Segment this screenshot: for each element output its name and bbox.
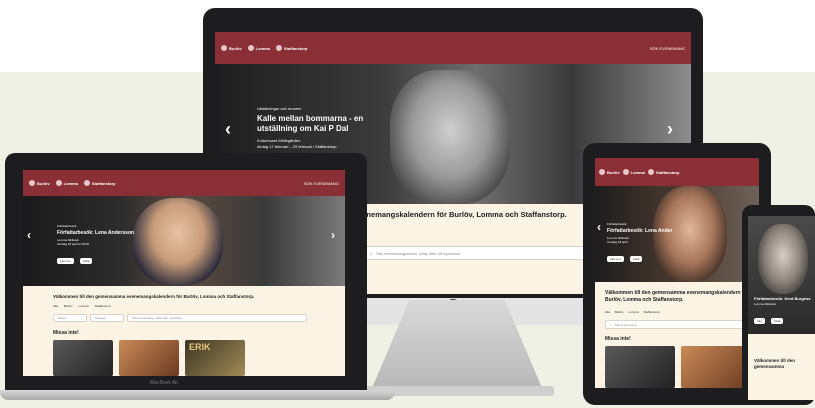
hero-dates: lördag 17 februari – 29 februari i Staff… bbox=[257, 143, 337, 149]
share-button[interactable]: Dela bbox=[80, 258, 93, 264]
macbook-base bbox=[0, 390, 395, 400]
read-more-button[interactable]: Läs mer bbox=[57, 258, 74, 264]
crest-icon bbox=[622, 169, 629, 175]
ipad-header: Burlöv Lomma Staffanstorp bbox=[595, 158, 759, 186]
macbook-screen: Burlöv Lomma Staffanstorp SÖK EVENEMANG … bbox=[23, 170, 345, 376]
prev-arrow-icon[interactable]: ‹ bbox=[597, 220, 601, 234]
category-filter-button[interactable]: Kategori bbox=[90, 314, 124, 322]
iphone-hero: Författarbesök: Kent Burgess Lomma bibli… bbox=[748, 216, 815, 334]
prev-arrow-icon[interactable]: ‹ bbox=[225, 119, 231, 140]
hero-title[interactable]: Författarbesök: Lena Ander bbox=[607, 228, 687, 234]
event-card-1[interactable] bbox=[605, 346, 675, 388]
filter-all[interactable]: Alla bbox=[53, 304, 58, 308]
logo-burlov[interactable]: Burlöv bbox=[221, 45, 242, 51]
crest-icon bbox=[647, 169, 654, 175]
event-card-1[interactable] bbox=[53, 340, 113, 376]
search-icon: ⌕ bbox=[610, 322, 612, 327]
filter-staffanstorp[interactable]: Staffanstorp bbox=[95, 304, 111, 308]
crest-icon bbox=[55, 180, 62, 186]
hero-kicker: Utställningar och museer bbox=[257, 106, 302, 111]
ipad-hero: ‹ Författarbesök Författarbesök: Lena An… bbox=[595, 186, 759, 282]
hero-portrait bbox=[133, 198, 223, 286]
filter-burlov[interactable]: Burlöv bbox=[615, 310, 624, 314]
hero-title[interactable]: Författarbesök: Kent Burgess bbox=[754, 296, 814, 301]
hero-title[interactable]: Kalle mellan bommarna - en utställning o… bbox=[257, 114, 397, 135]
crest-icon bbox=[275, 45, 282, 51]
filter-burlov[interactable]: Burlöv bbox=[64, 304, 73, 308]
event-card-2[interactable] bbox=[119, 340, 179, 376]
macbook-search-input[interactable]: Sök evenemang, plats eller nyckelord bbox=[127, 314, 307, 322]
municipality-filters: Alla Burlöv Lomma Staffanstorp bbox=[53, 304, 111, 308]
filter-staffanstorp[interactable]: Staffanstorp bbox=[644, 310, 660, 314]
prev-arrow-icon[interactable]: ‹ bbox=[27, 228, 31, 242]
logo-lomma[interactable]: Lomma bbox=[622, 169, 645, 175]
hero-location: Kulturhuset Möllegården bbox=[257, 137, 301, 143]
logo-staffanstorp[interactable]: Staffanstorp bbox=[83, 180, 115, 186]
search-events-link[interactable]: SÖK EVENEMANG bbox=[304, 181, 339, 186]
hero-dates: torsdag 18 april kl 18.00 bbox=[57, 242, 90, 246]
crest-icon bbox=[599, 169, 605, 175]
iphone-screen: Författarbesök: Kent Burgess Lomma bibli… bbox=[748, 216, 815, 400]
poster-text: ERIK bbox=[189, 342, 211, 352]
logo-burlov[interactable]: Burlöv bbox=[29, 180, 50, 186]
section-title: Missa inte! bbox=[605, 336, 631, 342]
search-events-link[interactable]: SÖK EVENEMANG bbox=[650, 46, 685, 51]
macbook-label: MacBook Air bbox=[150, 380, 179, 386]
share-button[interactable]: Dela bbox=[771, 318, 784, 324]
hero-title[interactable]: Författarbesök: Lena Andersson bbox=[57, 230, 137, 236]
iphone-welcome: Välkommen till den gemensamma bbox=[754, 358, 796, 369]
logo-lomma[interactable]: Lomma bbox=[55, 180, 78, 186]
hero-portrait bbox=[390, 70, 510, 204]
date-filter-button[interactable]: Datum bbox=[53, 314, 87, 322]
crest-icon bbox=[29, 180, 35, 186]
logo-staffanstorp[interactable]: Staffanstorp bbox=[647, 169, 679, 175]
macbook-header: Burlöv Lomma Staffanstorp SÖK EVENEMANG bbox=[23, 170, 345, 196]
hero-portrait bbox=[758, 224, 808, 294]
share-button[interactable]: Dela bbox=[630, 256, 643, 262]
section-title: Missa inte! bbox=[53, 330, 79, 336]
imac-intro: ma evenemangskalendern för Burlöv, Lomma… bbox=[341, 210, 567, 219]
hero-sub: Lomma bibliotek bbox=[754, 302, 776, 306]
filter-lomma[interactable]: Lomma bbox=[79, 304, 89, 308]
crest-icon bbox=[83, 180, 90, 186]
read-more-button[interactable]: Läs mer bbox=[607, 256, 624, 262]
read-more-button[interactable]: Läs bbox=[754, 318, 765, 324]
macbook-hero: ‹ › Författarbesök Författarbesök: Lena … bbox=[23, 196, 345, 286]
imac-header: Burlöv Lomma Staffanstorp SÖK EVENEMANG bbox=[215, 32, 691, 64]
filter-lomma[interactable]: Lomma bbox=[629, 310, 639, 314]
filter-all[interactable]: Alla bbox=[605, 310, 610, 314]
search-icon: ⌕ bbox=[370, 250, 373, 256]
hero-kicker: Författarbesök bbox=[607, 222, 627, 226]
hero-kicker: Författarbesök bbox=[57, 224, 77, 228]
macbook-welcome: Välkommen till den gemensamma evenemangs… bbox=[53, 294, 255, 299]
logo-lomma[interactable]: Lomma bbox=[247, 45, 270, 51]
event-card-3[interactable]: ERIK bbox=[185, 340, 245, 376]
municipality-filters: Alla Burlöv Lomma Staffanstorp bbox=[605, 310, 660, 314]
hero-dates: torsdag 18 april bbox=[607, 240, 628, 244]
ipad-welcome: Välkommen till den gemensamma evenemangs… bbox=[605, 290, 749, 303]
next-arrow-icon[interactable]: › bbox=[667, 119, 673, 140]
ipad-search-input[interactable]: ⌕ Sök evenemang bbox=[605, 320, 751, 329]
crest-icon bbox=[221, 45, 227, 51]
event-card-2[interactable] bbox=[681, 346, 751, 388]
crest-icon bbox=[247, 45, 254, 51]
logo-burlov[interactable]: Burlöv bbox=[599, 169, 620, 175]
ipad-screen: Burlöv Lomma Staffanstorp ‹ Författarbes… bbox=[595, 158, 759, 388]
next-arrow-icon[interactable]: › bbox=[331, 228, 335, 242]
logo-staffanstorp[interactable]: Staffanstorp bbox=[275, 45, 307, 51]
